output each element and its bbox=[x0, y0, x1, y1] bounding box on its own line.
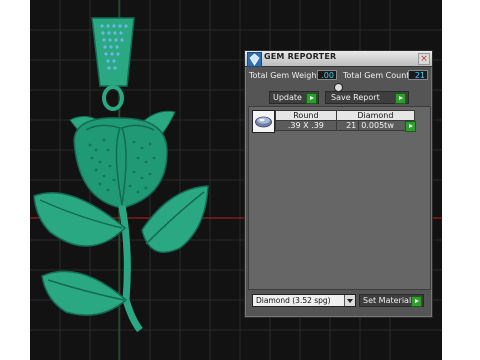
header-shape: Round bbox=[275, 110, 337, 121]
set-material-label: Set Material bbox=[363, 296, 412, 305]
panel-titlebar[interactable]: GEM REPORTER × bbox=[245, 51, 432, 67]
gem-table: Round Diamond .39 X .39 21 0.005tw bbox=[275, 110, 416, 131]
set-material-button[interactable]: Set Material bbox=[359, 294, 424, 307]
total-gem-weight-value: .00 bbox=[317, 70, 337, 80]
round-stone-thumbnail-icon[interactable] bbox=[252, 110, 275, 133]
green-arrow-go-icon[interactable] bbox=[405, 121, 416, 132]
chevron-down-icon[interactable] bbox=[344, 295, 355, 306]
green-arrow-go-icon bbox=[411, 296, 422, 307]
stem bbox=[118, 205, 143, 333]
save-report-button[interactable]: Save Report bbox=[325, 91, 409, 104]
cell-size: .39 X .39 bbox=[275, 120, 337, 131]
table-row[interactable]: .39 X .39 21 0.005tw bbox=[275, 120, 415, 131]
cell-count: 21 bbox=[335, 120, 360, 131]
gem-list[interactable]: Round Diamond .39 X .39 21 0.005tw bbox=[248, 106, 431, 290]
material-select[interactable]: Diamond (3.52 spg) bbox=[252, 294, 356, 307]
green-arrow-go-icon bbox=[306, 93, 317, 104]
panel-title: GEM REPORTER bbox=[264, 52, 337, 61]
total-gem-count-label: Total Gem Count bbox=[343, 71, 410, 80]
header-material: Diamond bbox=[335, 110, 416, 121]
green-arrow-go-icon bbox=[395, 93, 406, 104]
update-button[interactable]: Update bbox=[269, 91, 319, 104]
total-gem-weight-label: Total Gem Weight bbox=[249, 71, 320, 80]
bail bbox=[91, 17, 135, 87]
update-label: Update bbox=[273, 93, 302, 102]
leaf-bottom bbox=[41, 270, 128, 316]
close-button[interactable]: × bbox=[418, 53, 430, 65]
save-report-label: Save Report bbox=[331, 93, 380, 102]
table-header-row: Round Diamond bbox=[275, 110, 416, 121]
jump-ring bbox=[102, 85, 124, 111]
gem-reporter-app-icon bbox=[247, 52, 262, 67]
total-gem-count-value: 21 bbox=[408, 70, 428, 80]
gem-reporter-panel: GEM REPORTER × Total Gem Weight .00 Tota… bbox=[244, 50, 433, 318]
material-select-value: Diamond (3.52 spg) bbox=[256, 296, 331, 305]
